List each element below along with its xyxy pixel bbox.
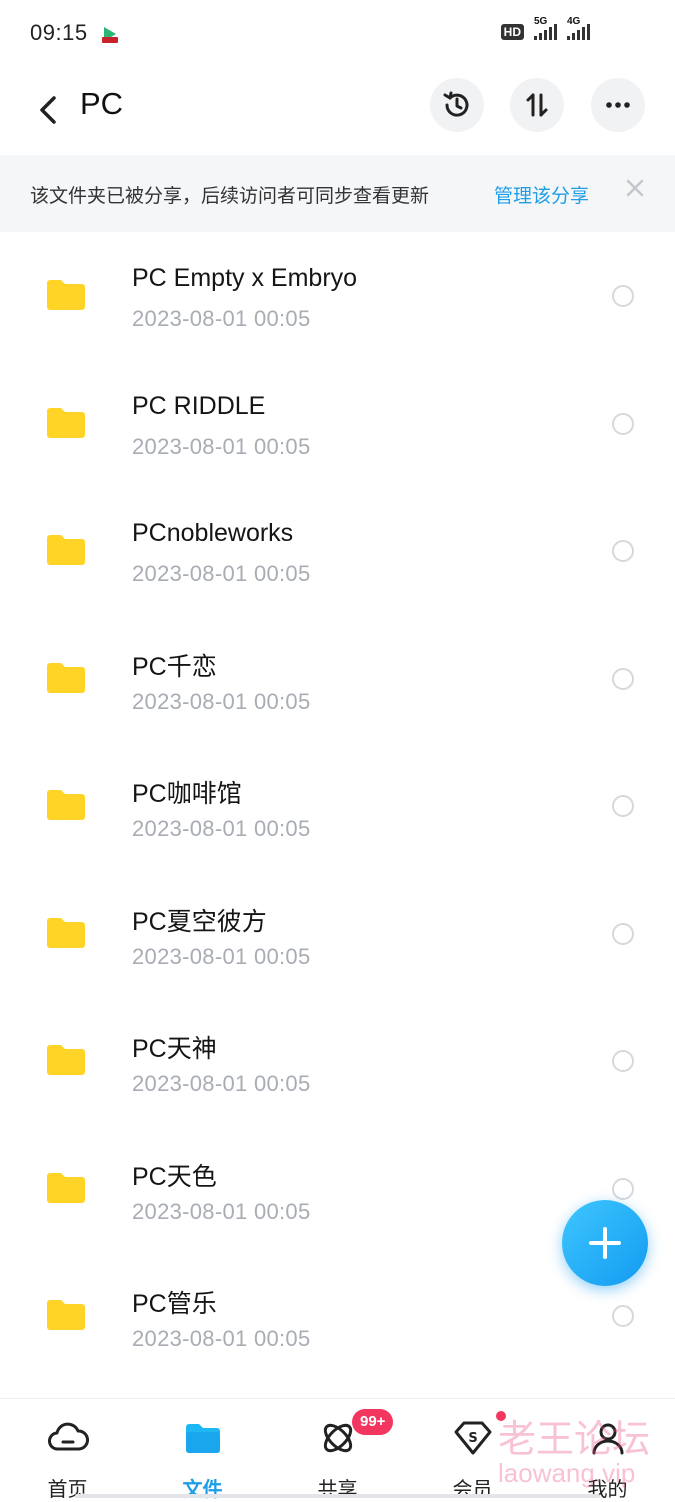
network-indicators: HD 5G 4G — [500, 16, 590, 40]
add-button[interactable] — [562, 1200, 648, 1286]
file-name: PC Empty x Embryo — [132, 264, 358, 292]
folder-icon — [47, 917, 85, 948]
share-count-badge: 99+ — [352, 1409, 394, 1435]
folder-icon — [47, 535, 85, 565]
more-dots-icon — [606, 102, 630, 108]
svg-text:S: S — [468, 1431, 477, 1446]
cloud-icon — [48, 1422, 89, 1451]
file-name: PC千恋 — [132, 652, 217, 681]
manage-share-link[interactable]: 管理该分享 — [494, 181, 589, 208]
folder-icon — [47, 662, 85, 693]
history-button[interactable] — [430, 78, 484, 132]
file-name: PC咖啡馆 — [132, 780, 242, 808]
signal-5g-icon: 5G — [534, 16, 557, 40]
hd-voice-icon: HD — [500, 24, 524, 40]
share-notice-banner: 该文件夹已被分享，后续访问者可同步查看更新 管理该分享 — [0, 155, 675, 232]
file-date: 2023-08-01 00:05 — [132, 943, 311, 969]
plus-icon — [589, 1227, 621, 1259]
select-radio[interactable] — [612, 540, 634, 562]
tab-home[interactable]: 首页 — [0, 1399, 135, 1501]
sort-button[interactable] — [510, 78, 564, 132]
app-notification-icon — [102, 27, 118, 43]
file-date: 2023-08-01 00:05 — [132, 1198, 311, 1224]
folder-icon — [186, 1424, 220, 1453]
file-date: 2023-08-01 00:05 — [132, 1326, 311, 1351]
file-row[interactable]: PC Empty x Embryo 2023-08-01 00:05 — [0, 232, 675, 360]
history-icon — [443, 91, 469, 117]
tab-profile[interactable]: 我的 — [540, 1399, 675, 1501]
select-radio[interactable] — [612, 667, 634, 690]
folder-icon — [47, 280, 85, 310]
select-radio[interactable] — [612, 285, 634, 307]
file-date: 2023-08-01 00:05 — [132, 688, 311, 714]
page-header: PC — [0, 70, 675, 154]
sort-icon — [526, 93, 548, 117]
status-bar: 09:15 HD 5G 4G — [0, 0, 675, 70]
file-row[interactable]: PCnobleworks 2023-08-01 00:05 — [0, 487, 675, 615]
home-indicator — [75, 1494, 600, 1498]
diamond-icon: S — [454, 1421, 492, 1455]
tab-files[interactable]: 文件 — [135, 1399, 270, 1501]
select-radio[interactable] — [612, 795, 634, 817]
file-row[interactable]: PC RIDDLE 2023-08-01 00:05 — [0, 360, 675, 488]
folder-icon — [47, 1300, 85, 1330]
file-row[interactable]: PC夏空彼方 2023-08-01 00:05 — [0, 870, 675, 998]
signal-4g-label: 4G — [567, 16, 581, 27]
signal-4g-icon: 4G — [567, 16, 590, 40]
folder-icon — [47, 1045, 85, 1075]
file-date: 2023-08-01 00:05 — [132, 1071, 311, 1096]
file-row[interactable]: PC咖啡馆 2023-08-01 00:05 — [0, 742, 675, 870]
close-icon[interactable] — [624, 177, 646, 199]
profile-icon — [592, 1423, 624, 1455]
file-name: PC天神 — [132, 1035, 217, 1063]
tab-vip[interactable]: S 会员 — [405, 1399, 540, 1501]
select-radio[interactable] — [612, 1305, 634, 1327]
select-radio[interactable] — [612, 412, 634, 435]
vip-notification-dot — [496, 1411, 506, 1421]
file-name: PCnobleworks — [132, 519, 294, 547]
file-list: PC Empty x Embryo 2023-08-01 00:05 PC RI… — [0, 232, 675, 1380]
file-date: 2023-08-01 00:05 — [132, 306, 311, 331]
select-radio[interactable] — [612, 922, 634, 945]
folder-icon — [47, 1172, 85, 1203]
file-name: PC RIDDLE — [132, 391, 266, 420]
file-row[interactable]: PC天神 2023-08-01 00:05 — [0, 997, 675, 1125]
status-time: 09:15 — [30, 20, 88, 45]
file-name: PC管乐 — [132, 1290, 217, 1318]
file-date: 2023-08-01 00:05 — [132, 816, 311, 841]
file-name: PC夏空彼方 — [132, 907, 267, 936]
select-radio[interactable] — [612, 1050, 634, 1072]
file-date: 2023-08-01 00:05 — [132, 433, 311, 459]
signal-5g-label: 5G — [534, 16, 548, 27]
back-arrow-icon[interactable] — [30, 90, 70, 130]
folder-icon — [47, 790, 85, 820]
folder-icon — [47, 407, 85, 438]
page-title: PC — [80, 86, 124, 121]
more-button[interactable] — [591, 78, 645, 132]
file-name: PC天色 — [132, 1162, 217, 1191]
share-notice-text: 该文件夹已被分享，后续访问者可同步查看更新 — [30, 186, 430, 207]
select-radio[interactable] — [612, 1177, 634, 1200]
bottom-tab-bar: 首页 文件 共享 S 会员 我的 — [0, 1398, 675, 1501]
file-date: 2023-08-01 00:05 — [132, 561, 311, 586]
file-row[interactable]: PC千恋 2023-08-01 00:05 — [0, 615, 675, 743]
